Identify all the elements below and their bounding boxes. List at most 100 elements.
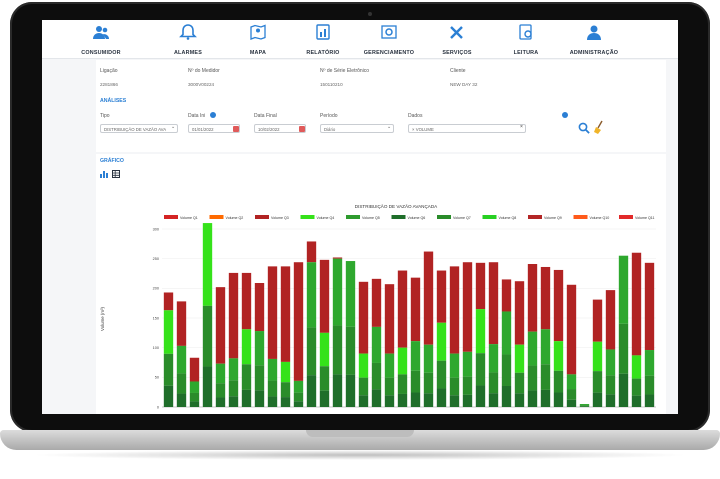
search-icon[interactable] (578, 122, 590, 134)
bar-segment-q7 (462, 376, 473, 395)
bar-segment-q9 (631, 252, 642, 356)
legend-item[interactable]: Volume Q1 (164, 215, 198, 220)
periodo-select[interactable]: Diário (320, 124, 394, 133)
top-nav: CONSUMIDOR ALARMES MAPA RELATÓRIO GERENC… (42, 20, 678, 59)
bar-stack[interactable] (475, 262, 486, 407)
nav-label: GERENCIAMENTO (363, 50, 415, 56)
bar-segment-q6 (397, 393, 408, 407)
bar-stack[interactable] (306, 241, 317, 407)
bar-stack[interactable] (189, 357, 200, 407)
bar-stack[interactable] (553, 269, 564, 407)
bar-stack[interactable] (397, 270, 408, 407)
legend-item[interactable]: Volume Q2 (209, 215, 244, 220)
calendar-icon[interactable] (233, 126, 239, 132)
bar-segment-q4 (553, 341, 564, 371)
bar-stack[interactable] (280, 266, 291, 407)
bar-stack[interactable] (644, 262, 655, 407)
y-tick-label: 50 (155, 376, 159, 380)
legend-item[interactable]: Volume Q8 (482, 215, 517, 220)
bar-stack[interactable] (176, 301, 187, 407)
bar-stack[interactable] (228, 272, 239, 407)
broom-icon[interactable] (593, 120, 605, 134)
legend-item[interactable]: Volume Q6 (391, 215, 426, 220)
calendar-icon[interactable] (299, 126, 305, 132)
bar-segment-q4 (163, 310, 174, 354)
bar-stack[interactable] (332, 257, 343, 407)
bar-stack[interactable] (267, 266, 278, 407)
nav-alarmes[interactable]: ALARMES (153, 24, 223, 56)
bar-stack[interactable] (618, 255, 629, 407)
legend-swatch (346, 215, 360, 219)
bar-stack[interactable] (501, 279, 512, 407)
bar-stack[interactable] (488, 262, 499, 407)
nav-relatorio[interactable]: RELATÓRIO (288, 24, 358, 56)
nav-leitura[interactable]: LEITURA (491, 24, 561, 56)
bar-stack[interactable] (605, 290, 616, 407)
legend-label: Volume Q5 (362, 216, 380, 220)
bar-stack[interactable] (540, 266, 551, 407)
nav-consumidor[interactable]: CONSUMIDOR (66, 24, 136, 56)
bar-stack[interactable] (241, 272, 252, 407)
bar-stack[interactable] (631, 252, 642, 407)
bar-segment-q9 (254, 282, 265, 332)
bar-stack[interactable] (293, 262, 304, 407)
bar-stack[interactable] (215, 287, 226, 407)
bar-segment-q7 (579, 405, 590, 407)
legend-item[interactable]: Volume Q3 (255, 215, 289, 220)
bar-segment-q9 (384, 284, 395, 354)
bar-stack[interactable] (410, 277, 421, 407)
nav-label: ALARMES (173, 50, 203, 56)
nav-administracao[interactable]: ADMINISTRAÇÃO (559, 24, 629, 56)
dados-select[interactable]: × VOLUME (408, 124, 526, 133)
clear-icon[interactable]: × (520, 124, 523, 130)
bar-segment-q6 (631, 395, 642, 407)
bar-segment-q7 (644, 375, 655, 395)
legend-item[interactable]: Volume Q5 (346, 215, 380, 220)
bar-stack[interactable] (163, 292, 174, 407)
bar-segment-q9 (306, 241, 317, 263)
bar-stack[interactable] (462, 262, 473, 407)
admin-icon (587, 25, 601, 40)
info-icon[interactable] (562, 112, 568, 118)
bar-stack[interactable] (202, 223, 213, 407)
bar-stack[interactable] (566, 284, 577, 407)
bar-segment-q4 (267, 358, 278, 381)
bar-stack[interactable] (449, 266, 460, 407)
bar-stack[interactable] (371, 278, 382, 407)
bar-stack[interactable] (527, 264, 538, 407)
bar-segment-q6 (488, 393, 499, 407)
legend-item[interactable]: Volume Q11 (619, 215, 655, 220)
bar-segment-q6 (358, 395, 369, 407)
bar-stack[interactable] (358, 281, 369, 407)
bar-stack[interactable] (514, 281, 525, 407)
bar-segment-q7 (605, 375, 616, 395)
bar-segment-q6 (514, 393, 525, 407)
nav-servicos[interactable]: SERVIÇOS (422, 24, 492, 56)
bar-stack[interactable] (423, 251, 434, 407)
legend-item[interactable]: Volume Q7 (437, 215, 471, 220)
nav-mapa[interactable]: MAPA (223, 24, 293, 56)
bar-stack[interactable] (345, 261, 356, 407)
bar-stack[interactable] (592, 299, 603, 407)
bar-stack[interactable] (319, 259, 330, 407)
bar-stack[interactable] (384, 284, 395, 407)
bar-segment-q6 (475, 385, 486, 407)
bar-segment-q4 (436, 322, 447, 361)
legend-swatch (482, 215, 497, 219)
legend-item[interactable]: Volume Q9 (528, 215, 562, 220)
bar-stack[interactable] (254, 282, 265, 407)
info-icon[interactable] (210, 112, 216, 118)
bar-segment-q4 (202, 223, 213, 306)
laptop-notch (306, 430, 414, 437)
bar-segment-q9 (449, 266, 460, 354)
bar-stack[interactable] (579, 404, 590, 407)
tipo-select[interactable]: DISTRIBUIÇÃO DE VAZÃO AVA (100, 124, 178, 133)
bar-segment-q4 (345, 261, 356, 327)
nav-gerenciamento[interactable]: GERENCIAMENTO (354, 24, 424, 56)
bar-stack[interactable] (436, 270, 447, 407)
bar-segment-q7 (566, 389, 577, 400)
legend-item[interactable]: Volume Q10 (573, 215, 610, 220)
legend-swatch (391, 215, 406, 219)
legend-item[interactable]: Volume Q4 (300, 215, 335, 220)
bar-segment-q7 (488, 372, 499, 394)
